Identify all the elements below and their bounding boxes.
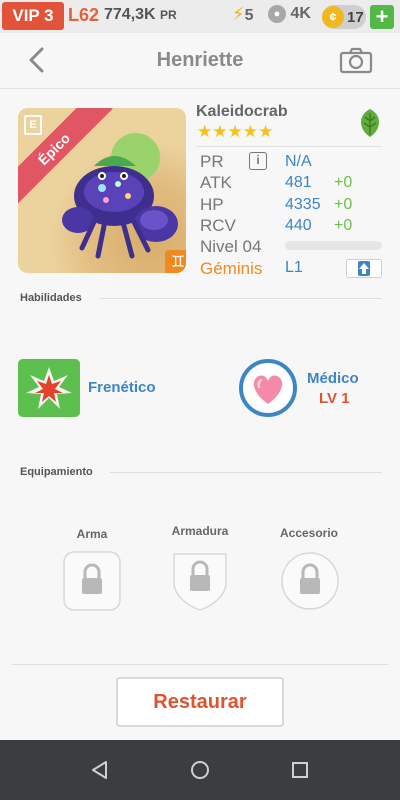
stat-label-hp: HP [200,195,224,214]
accessory-slot[interactable] [280,548,340,612]
energy-counter: ⚡5 [232,4,254,25]
stat-value-rcv: 440 [285,217,312,234]
lightning-icon: ⚡ [232,4,245,24]
back-triangle-icon[interactable] [90,760,110,780]
skill-medico-level: LV 1 [319,390,350,407]
skill-frenetico-name: Frenético [88,379,156,396]
rarity-badge-icon: E [24,115,42,135]
add-currency-button[interactable]: + [370,5,394,29]
power-rating-value: 774,3K [104,6,156,23]
power-rating-unit: PR [160,8,177,22]
arrow-up-icon [358,261,370,276]
leaf-icon [361,109,379,137]
restore-button[interactable]: Restaurar [116,677,284,727]
stat-value-pr: N/A [285,153,312,170]
skill-medico-name: Médico [307,370,359,387]
info-icon[interactable]: i [249,152,267,170]
coin-value: 17 [347,9,364,26]
recents-square-icon[interactable] [290,760,310,780]
stat-label-atk: ATK [200,173,232,192]
food-value: 4K [290,5,311,22]
system-nav-bar [0,740,400,800]
armor-slot[interactable] [170,548,230,612]
details-divider [196,146,382,147]
zodiac-upgrade-button[interactable] [346,259,382,278]
coin-icon: ¢ [322,6,344,28]
status-bar: VIP 3 L62 774,3K PR ⚡5 ● 4K ¢ 17 + [0,0,400,33]
page-header: Henriette [0,33,400,89]
abilities-divider [100,298,382,299]
level-progress-bar [285,241,382,250]
equipment-divider [110,472,382,473]
species-name: Kaleidocrab [196,103,288,120]
creature-portrait[interactable]: Épico E ♊ [18,108,186,273]
stat-bonus-rcv: +0 [334,217,353,234]
stat-bonus-hp: +0 [334,196,353,213]
paw-icon: ● [268,5,286,23]
slot-label-accesorio: Accesorio [279,526,339,540]
zodiac-label: Géminis [200,259,263,278]
energy-value: 5 [244,7,254,24]
heart-icon [239,359,297,417]
gemini-icon: ♊ [165,250,186,273]
stat-label-rcv: RCV [200,216,236,235]
weapon-slot[interactable] [62,548,122,612]
skill-frenetico-icon[interactable] [18,359,80,417]
camera-icon[interactable] [338,46,374,76]
coin-counter: ¢ 17 [322,5,366,29]
abilities-section-title: Habilidades [20,292,82,304]
power-rating: 774,3K PR [104,6,177,24]
skill-medico-icon[interactable] [237,359,299,417]
vip-badge[interactable]: VIP 3 [2,2,64,30]
slot-label-armadura: Armadura [171,524,229,538]
zodiac-level: L1 [285,259,303,276]
stat-label-pr: PR [200,152,224,171]
burst-icon [18,359,80,417]
stat-value-hp: 4335 [285,196,321,213]
level-label: Nivel 04 [200,237,262,256]
food-counter: ● 4K [268,5,311,23]
stat-value-atk: 481 [285,174,312,191]
slot-label-arma: Arma [76,527,108,541]
stat-bonus-atk: +0 [334,174,353,191]
equipment-section-title: Equipamiento [20,466,93,478]
restore-divider [12,664,388,665]
home-circle-icon[interactable] [190,760,210,780]
star-rating: ★★★★★ [197,122,274,141]
player-level: L62 [68,5,100,25]
